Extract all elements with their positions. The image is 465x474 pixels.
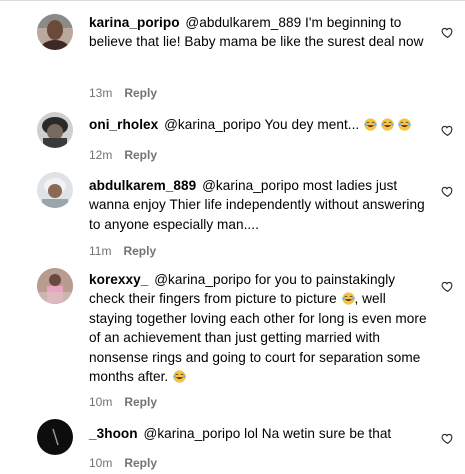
comment-text: karina_poripo @abdulkarem_889 I'm beginn… xyxy=(89,13,429,52)
comment-meta: 11m Reply xyxy=(89,244,156,258)
comment-text: korexxy_ @karina_poripo for you to pains… xyxy=(89,270,429,386)
avatar[interactable] xyxy=(37,172,73,208)
top-divider xyxy=(0,0,465,1)
comment-mention[interactable]: @karina_poripo xyxy=(143,426,240,441)
avatar[interactable] xyxy=(37,268,73,304)
face-with-tears-of-joy-icon xyxy=(173,370,186,383)
comment-username[interactable]: _3hoon xyxy=(89,426,138,441)
avatar[interactable] xyxy=(37,112,73,148)
face-with-tears-of-joy-icon xyxy=(381,118,394,131)
comment-meta: 13m Reply xyxy=(89,86,157,100)
comment-meta: 12m Reply xyxy=(89,148,157,162)
comment-timestamp[interactable]: 11m xyxy=(89,244,111,258)
face-with-tears-of-joy-icon xyxy=(364,118,377,131)
face-with-tears-of-joy-icon xyxy=(398,118,411,131)
comment-username[interactable]: abdulkarem_889 xyxy=(89,178,196,193)
heart-outline-icon[interactable] xyxy=(441,280,454,293)
reply-button[interactable]: Reply xyxy=(124,148,157,162)
reply-button[interactable]: Reply xyxy=(123,244,156,258)
heart-outline-icon[interactable] xyxy=(441,26,454,39)
comment-mention[interactable]: @karina_poripo xyxy=(202,178,299,193)
comment-timestamp[interactable]: 12m xyxy=(89,148,112,162)
comment-text: abdulkarem_889 @karina_poripo most ladie… xyxy=(89,176,429,234)
avatar[interactable] xyxy=(37,419,73,455)
comment-text: _3hoon @karina_poripo lol Na wetin sure … xyxy=(89,424,429,443)
comment-username[interactable]: oni_rholex xyxy=(89,117,158,132)
comment-timestamp[interactable]: 10m xyxy=(89,456,112,470)
comment-mention[interactable]: @abdulkarem_889 xyxy=(185,15,301,30)
comment-timestamp[interactable]: 13m xyxy=(89,86,112,100)
comment-timestamp[interactable]: 10m xyxy=(89,395,112,409)
comment-meta: 10m Reply xyxy=(89,456,157,470)
comment-body: You dey ment... xyxy=(264,117,360,132)
heart-outline-icon[interactable] xyxy=(441,185,454,198)
reply-button[interactable]: Reply xyxy=(124,86,157,100)
avatar[interactable] xyxy=(37,14,73,50)
face-with-tears-of-joy-icon xyxy=(341,292,355,306)
comment-mention[interactable]: @karina_poripo xyxy=(154,272,251,287)
heart-outline-icon[interactable] xyxy=(441,432,454,445)
comment-text: oni_rholex @karina_poripo You dey ment..… xyxy=(89,115,429,134)
heart-outline-icon[interactable] xyxy=(441,124,454,137)
comment-mention[interactable]: @karina_poripo xyxy=(164,117,261,132)
reply-button[interactable]: Reply xyxy=(124,395,157,409)
comment-username[interactable]: korexxy_ xyxy=(89,272,148,287)
comment-username[interactable]: karina_poripo xyxy=(89,15,180,30)
comment-body: lol Na wetin sure be that xyxy=(244,426,392,441)
reply-button[interactable]: Reply xyxy=(124,456,157,470)
comment-meta: 10m Reply xyxy=(89,395,157,409)
